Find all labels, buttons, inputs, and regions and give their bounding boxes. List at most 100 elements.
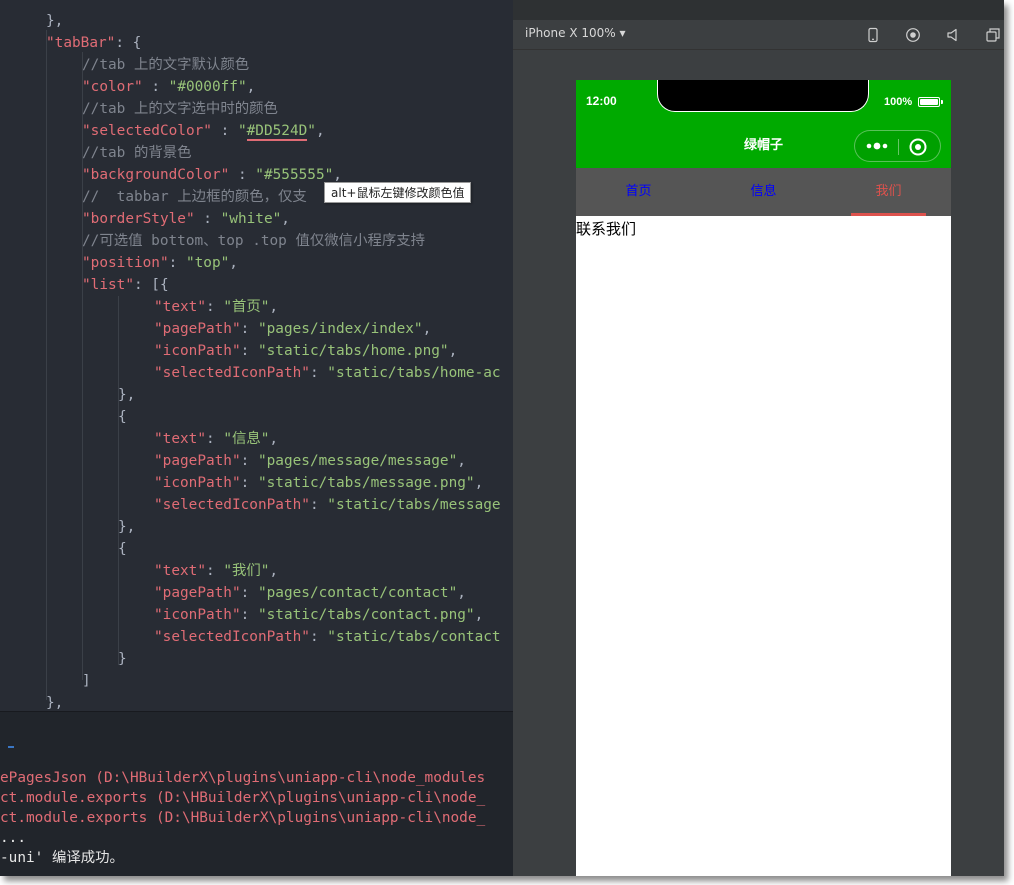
code-line: "borderStyle" : "white", — [82, 208, 290, 230]
code-token: //tab 上的文字选中时的颜色 — [82, 101, 278, 117]
volume-icon[interactable] — [945, 27, 961, 43]
code-line: "iconPath": "static/tabs/message.png", — [154, 472, 483, 494]
code-line: "position": "top", — [82, 252, 238, 274]
code-token: "static/tabs/message — [327, 497, 501, 513]
code-token: , — [229, 255, 238, 271]
code-token: : — [240, 585, 258, 601]
simulator-top-strip — [513, 0, 1004, 20]
status-bar: 12:00 100% — [576, 80, 951, 124]
color-tooltip: alt+鼠标左键修改颜色值 — [324, 182, 472, 203]
console-marker — [8, 746, 14, 748]
tab-contact[interactable]: 我们 — [826, 168, 951, 216]
code-token: "top" — [185, 255, 230, 271]
indent-guide — [82, 52, 83, 680]
code-token: "static/tabs/contact — [327, 629, 501, 645]
code-line: "selectedIconPath": "static/tabs/contact — [154, 626, 501, 648]
close-capsule-icon[interactable] — [908, 137, 928, 157]
code-token: "iconPath" — [154, 607, 241, 623]
page-content-text: 联系我们 — [576, 220, 637, 238]
code-token: : — [240, 475, 258, 491]
code-line: //tab 的背景色 — [82, 142, 192, 164]
battery-icon — [918, 97, 943, 107]
code-token: "position" — [82, 255, 169, 271]
code-line: } — [118, 648, 127, 670]
code-token: " — [307, 123, 316, 139]
code-token: "我们" — [223, 563, 270, 579]
console-panel[interactable]: ePagesJson (D:\HBuilderX\plugins\uniapp-… — [0, 711, 513, 876]
code-token: { — [118, 409, 127, 425]
device-select[interactable]: iPhone X 100% ▾ — [525, 26, 626, 40]
code-token: , — [315, 123, 325, 139]
code-token: : — [240, 453, 258, 469]
code-line: { — [118, 406, 127, 428]
record-icon[interactable] — [905, 27, 921, 43]
code-line: "selectedIconPath": "static/tabs/message — [154, 494, 501, 516]
code-line: "color" : "#0000ff", — [82, 76, 255, 98]
code-line: "text": "信息", — [154, 428, 278, 450]
simulator-panel: iPhone X 100% ▾ 12:00 100% 绿帽子 首页 信息 我们 … — [513, 0, 1004, 876]
code-token: : — [240, 343, 258, 359]
code-token: "borderStyle" — [82, 211, 195, 227]
code-token: "list" — [82, 277, 134, 293]
simulator-toolbar: iPhone X 100% ▾ — [513, 20, 1004, 50]
console-line: ePagesJson (D:\HBuilderX\plugins\uniapp-… — [0, 770, 486, 786]
tab-bar: 首页 信息 我们 — [576, 168, 951, 216]
code-token: "static/tabs/home-ac — [327, 365, 501, 381]
code-line: }, — [118, 516, 135, 538]
code-token: "text" — [154, 563, 206, 579]
code-token: : [{ — [133, 277, 169, 293]
code-token: "static/tabs/home.png" — [257, 343, 449, 359]
code-token: : — [142, 79, 169, 95]
code-token: : — [211, 123, 238, 139]
code-token: : — [240, 321, 258, 337]
code-token: , — [474, 607, 484, 623]
code-token: : — [194, 211, 221, 227]
code-line: "pagePath": "pages/index/index", — [154, 318, 431, 340]
code-line: "tabBar": { — [46, 32, 141, 54]
console-line: ct.module.exports (D:\HBuilderX\plugins\… — [0, 790, 486, 806]
code-token: "white" — [220, 211, 282, 227]
code-token: "pagePath" — [154, 585, 241, 601]
code-line: "text": "首页", — [154, 296, 278, 318]
code-token: : — [205, 431, 224, 447]
phone-icon[interactable] — [865, 27, 881, 43]
code-token: , — [246, 79, 256, 95]
more-dots-icon[interactable] — [865, 138, 889, 154]
code-token: "#0000ff" — [168, 79, 247, 95]
code-token: , — [457, 453, 466, 469]
capsule-separator — [898, 139, 899, 155]
tab-home[interactable]: 首页 — [576, 168, 701, 216]
code-token: //tab 的背景色 — [82, 145, 192, 161]
code-token: "static/tabs/contact.png" — [257, 607, 475, 623]
code-token: , — [422, 321, 432, 337]
code-token: " — [237, 123, 247, 139]
code-line: "selectedIconPath": "static/tabs/home-ac — [154, 362, 501, 384]
code-token: "text" — [154, 299, 206, 315]
window-icon[interactable] — [985, 27, 1001, 43]
code-line: //tab 上的文字选中时的颜色 — [82, 98, 278, 120]
code-editor[interactable]: },]} "selectedIconPath": "static/tabs/con… — [0, 0, 513, 711]
code-line: "list": [{ — [82, 274, 169, 296]
phone-notch — [657, 80, 869, 112]
code-token: , — [474, 475, 484, 491]
tab-message[interactable]: 信息 — [701, 168, 826, 216]
code-token: "pagePath" — [154, 453, 241, 469]
code-token: }, — [118, 519, 136, 535]
code-token: }, — [46, 695, 64, 711]
code-token: "pagePath" — [154, 321, 241, 337]
code-line: "iconPath": "static/tabs/contact.png", — [154, 604, 483, 626]
code-token: : — [309, 497, 328, 513]
code-line: //可选值 bottom、top .top 值仅微信小程序支持 — [82, 230, 425, 252]
code-token: }, — [118, 387, 136, 403]
code-line: // tabbar 上边框的颜色，仅支 — [82, 186, 307, 208]
phone-screen: 12:00 100% 绿帽子 首页 信息 我们 联系我们 — [576, 80, 951, 876]
console-line: ... — [0, 830, 26, 846]
code-token: , — [269, 563, 279, 579]
code-token: //tab 上的文字默认颜色 — [82, 57, 250, 73]
code-line: ] — [82, 670, 91, 692]
code-token: , — [269, 431, 279, 447]
code-token: : — [240, 607, 258, 623]
code-token: : — [309, 629, 328, 645]
code-token: "selectedIconPath" — [154, 365, 310, 381]
code-token: // tabbar 上边框的颜色，仅支 — [82, 189, 307, 205]
